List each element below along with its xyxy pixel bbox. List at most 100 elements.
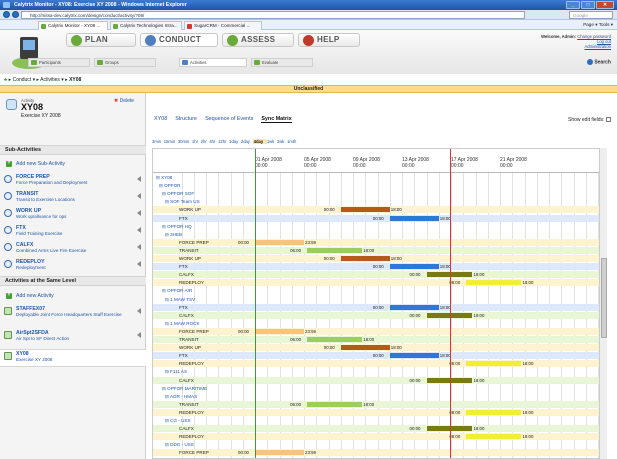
zoom-option[interactable]: 15min: [164, 139, 178, 144]
zoom-option[interactable]: 3min: [152, 139, 164, 144]
expand-arrow-icon[interactable]: [137, 308, 141, 314]
activity-bar[interactable]: [307, 247, 363, 253]
same-level-item[interactable]: XY08 Exercise XY 2008: [0, 349, 146, 367]
timeline-date: 13 Apr 2008 00:00: [402, 157, 429, 169]
expand-arrow-icon[interactable]: [137, 176, 141, 182]
subnav-evaluate[interactable]: Evaluate: [251, 58, 313, 67]
same-level-item[interactable]: AirSpt2SFDA Air Spt to SF Direct Action: [0, 329, 146, 347]
browser-tab-monitor[interactable]: Calytrix Monitor - XY08 ...: [38, 21, 108, 30]
matrix-group-row[interactable]: ⊟ OPFOR AIR: [153, 287, 606, 294]
activity-bar[interactable]: [389, 353, 439, 359]
browser-search-input[interactable]: Google: [569, 11, 613, 19]
activity-bar[interactable]: [307, 337, 363, 342]
matrix-group-row[interactable]: ⊟ 1 MAW ROCK: [153, 320, 606, 327]
tab-structure[interactable]: Structure: [175, 116, 197, 123]
matrix-group-row[interactable]: ⊟ XY08: [153, 174, 606, 181]
expand-arrow-icon[interactable]: [137, 244, 141, 250]
activity-bar[interactable]: [307, 401, 363, 407]
zoom-option[interactable]: 2wk: [277, 139, 287, 144]
sub-activity-item[interactable]: FTX Field Training Exercise: [0, 224, 146, 242]
activity-bar[interactable]: [389, 304, 439, 310]
bar-start-time: 06:00: [290, 337, 302, 342]
activity-bar[interactable]: [340, 256, 390, 261]
activity-bar[interactable]: [255, 239, 304, 245]
activity-bar[interactable]: [466, 361, 522, 367]
home-icon[interactable]: ♣: [4, 77, 7, 83]
address-input[interactable]: http://mitsa-dev.calytrix.com/design/con…: [21, 11, 525, 19]
matrix-group-row[interactable]: ⊟ SOF Team US: [153, 198, 606, 205]
zoom-option[interactable]: 1wk: [267, 139, 277, 144]
matrix-group-row[interactable]: ⊟ F111 AS: [153, 368, 606, 375]
zoom-option[interactable]: 1mth: [287, 139, 296, 144]
browser-tab-intranet[interactable]: Calytrix Technologies Intra...: [110, 21, 182, 30]
show-edit-fields[interactable]: Show edit fields:: [568, 117, 612, 123]
search-link[interactable]: Search: [586, 59, 611, 65]
expand-arrow-icon[interactable]: [137, 332, 141, 338]
activity-bar[interactable]: [255, 328, 304, 334]
expand-arrow-icon[interactable]: [137, 261, 141, 267]
nav-help[interactable]: HELP: [298, 33, 360, 47]
subnav-activities[interactable]: Activities: [179, 58, 247, 67]
vertical-scrollbar[interactable]: [599, 148, 607, 459]
close-window-button[interactable]: ✕: [596, 1, 614, 9]
scrollbar-thumb[interactable]: [601, 258, 607, 338]
zoom-option[interactable]: 4day: [252, 139, 267, 144]
administration-link[interactable]: Administration: [541, 44, 611, 49]
zoom-option[interactable]: 1hr: [192, 139, 201, 144]
tab-xy08[interactable]: XY08: [154, 116, 167, 123]
activity-bar[interactable]: [389, 215, 439, 221]
zoom-option[interactable]: 1day: [229, 139, 241, 144]
browser-tab-sugarcrm[interactable]: SugarCRM - Commercial ...: [184, 21, 262, 30]
row-label: ⊟ OPFOR SOF: [162, 191, 195, 197]
bar-end-time: 18:00: [522, 409, 534, 415]
expand-arrow-icon[interactable]: [137, 227, 141, 233]
sub-activity-item[interactable]: CALFX Combined Arms Live Fire Exercise: [0, 241, 146, 259]
sub-activity-item[interactable]: WORK UP Work up/allvance for ops: [0, 207, 146, 225]
activity-bar[interactable]: [466, 280, 522, 286]
zoom-option[interactable]: 12hr: [218, 139, 229, 144]
matrix-group-row[interactable]: ⊟ 3HEB: [153, 231, 606, 238]
expand-arrow-icon[interactable]: [137, 210, 141, 216]
zoom-option[interactable]: 30min: [178, 139, 192, 144]
activity-bar[interactable]: [466, 409, 522, 415]
maximize-button[interactable]: □: [581, 1, 595, 9]
bar-end-time: 18:00: [522, 280, 534, 286]
nav-conduct[interactable]: CONDUCT: [140, 33, 218, 47]
breadcrumb-activities[interactable]: Activities ▾: [40, 77, 64, 83]
sub-activity-item[interactable]: FORCE PREP Force Preparation and Deploym…: [0, 173, 146, 191]
zoom-option[interactable]: 4hr: [209, 139, 218, 144]
breadcrumb-conduct[interactable]: Conduct ▾: [13, 77, 36, 83]
add-sub-activity-link[interactable]: + Add new Sub-Activity: [6, 160, 65, 168]
matrix-group-row[interactable]: ⊟ OPFOR MARITIME: [153, 385, 606, 392]
back-icon[interactable]: [3, 11, 10, 18]
activity-bar[interactable]: [255, 450, 304, 456]
expand-arrow-icon[interactable]: [137, 193, 141, 199]
forward-icon[interactable]: [12, 11, 19, 18]
activity-bar[interactable]: [340, 207, 390, 213]
matrix-group-row[interactable]: ⊟ CG - USS: [153, 417, 606, 424]
tab-sync-matrix[interactable]: Sync Matrix: [261, 116, 292, 123]
matrix-group-row[interactable]: ⊟ DDG - USS: [153, 441, 606, 448]
subnav-groups[interactable]: Groups: [94, 58, 156, 67]
matrix-group-row[interactable]: ⊟ AOR - HMAS: [153, 393, 606, 400]
same-level-item[interactable]: STAFFEX07 Deployable Joint Force Headqua…: [0, 305, 146, 323]
matrix-group-row[interactable]: ⊟ 1 MAW TSV: [153, 296, 606, 303]
sub-activity-item[interactable]: REDEPLOY Redeployment: [0, 258, 146, 276]
matrix-group-row[interactable]: ⊟ OPFOR: [153, 182, 606, 189]
subnav-participants[interactable]: Participants: [28, 58, 90, 67]
ie-tools-menu[interactable]: Page ▾ Tools ▾: [583, 21, 613, 29]
activity-bar[interactable]: [389, 264, 439, 270]
matrix-group-row[interactable]: ⊟ OPFOR SOF: [153, 190, 606, 197]
matrix-group-row[interactable]: ⊟ OPFOR HQ: [153, 223, 606, 230]
nav-assess[interactable]: ASSESS: [222, 33, 294, 47]
add-activity-link[interactable]: + Add new Activity: [6, 292, 54, 300]
delete-link[interactable]: ✖ Delete: [114, 98, 134, 104]
activity-bar[interactable]: [466, 434, 522, 440]
minimize-button[interactable]: _: [566, 1, 580, 9]
show-edit-checkbox[interactable]: [606, 117, 612, 123]
sub-activity-item[interactable]: TRANSIT Transit to Exercise Locations: [0, 190, 146, 208]
zoom-option[interactable]: 2day: [241, 139, 253, 144]
tab-sequence-of-events[interactable]: Sequence of Events: [205, 116, 253, 123]
activity-bar[interactable]: [340, 345, 390, 351]
nav-plan[interactable]: PLAN: [66, 33, 136, 47]
